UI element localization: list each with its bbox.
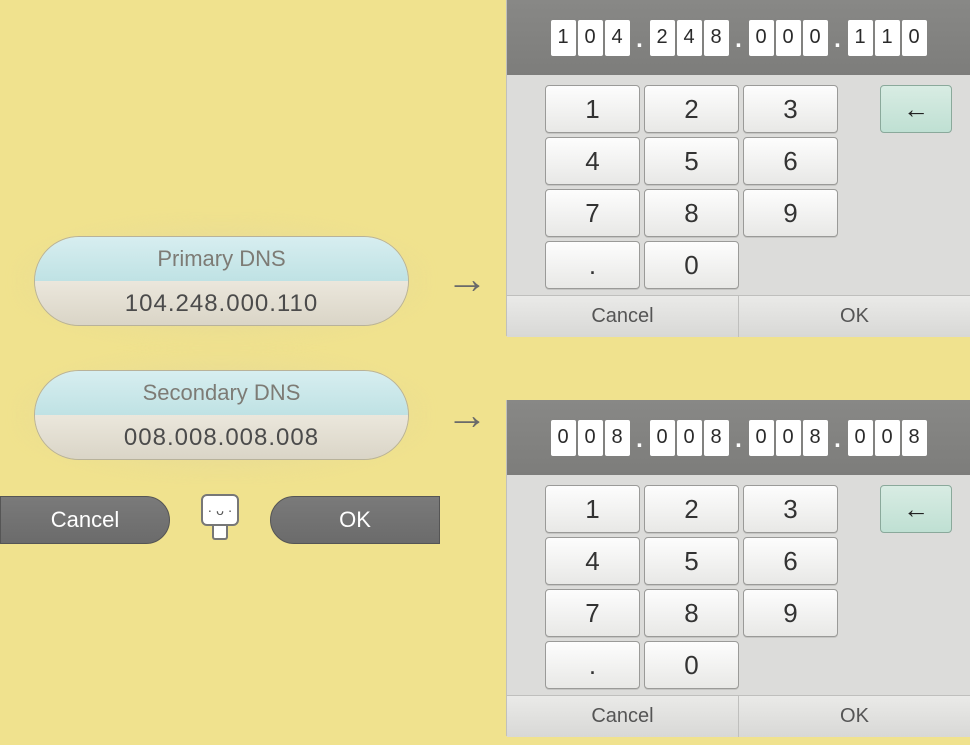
ip-digit: 0 [875, 420, 900, 456]
keypad-key-5[interactable]: 5 [644, 137, 739, 185]
arrow-right-icon: → [452, 264, 482, 294]
keypad-key-0[interactable]: 0 [644, 641, 739, 689]
ip-digit: 0 [749, 20, 774, 56]
system-avatar-icon: · ᴗ · [198, 494, 242, 550]
ip-digit: 0 [902, 20, 927, 56]
keypad-key-3[interactable]: 3 [743, 485, 838, 533]
keypad-grid: 1 2 3 4 5 6 7 8 9 . 0 [545, 85, 838, 289]
ip-digit: 2 [650, 20, 675, 56]
keypad-key-dot[interactable]: . [545, 641, 640, 689]
keypad-key-8[interactable]: 8 [644, 589, 739, 637]
ip-digit: 8 [902, 420, 927, 456]
ip-dot: . [830, 20, 846, 56]
ip-display: 1 0 4 . 2 4 8 . 0 0 0 . 1 1 0 [507, 0, 970, 75]
keypad-key-2[interactable]: 2 [644, 85, 739, 133]
ip-digit: 8 [704, 20, 729, 56]
ip-digit: 0 [803, 20, 828, 56]
ok-button[interactable]: OK [270, 496, 440, 544]
keypad-key-4[interactable]: 4 [545, 137, 640, 185]
secondary-dns-field[interactable]: Secondary DNS 008.008.008.008 [34, 370, 409, 460]
ip-digit: 8 [704, 420, 729, 456]
ip-digit: 1 [848, 20, 873, 56]
keypad-key-6[interactable]: 6 [743, 137, 838, 185]
ip-digit: 4 [605, 20, 630, 56]
primary-dns-label: Primary DNS [35, 237, 408, 281]
keypad-key-1[interactable]: 1 [545, 485, 640, 533]
ip-dot: . [731, 20, 747, 56]
secondary-dns-pill: Secondary DNS 008.008.008.008 [34, 370, 409, 460]
keypad-screen-secondary: 0 0 8 . 0 0 8 . 0 0 8 . 0 0 8 1 2 3 4 5 … [506, 400, 970, 736]
keypad-key-3[interactable]: 3 [743, 85, 838, 133]
ip-dot: . [731, 420, 747, 456]
backspace-arrow-icon: ← [903, 494, 929, 525]
ip-digit: 0 [578, 420, 603, 456]
ip-display: 0 0 8 . 0 0 8 . 0 0 8 . 0 0 8 [507, 400, 970, 475]
keypad-key-0[interactable]: 0 [644, 241, 739, 289]
primary-dns-pill: Primary DNS 104.248.000.110 [34, 236, 409, 326]
secondary-dns-label: Secondary DNS [35, 371, 408, 415]
ip-digit: 0 [650, 420, 675, 456]
avatar-body [212, 526, 228, 540]
primary-dns-value: 104.248.000.110 [35, 281, 408, 326]
keypad-key-2[interactable]: 2 [644, 485, 739, 533]
backspace-button[interactable]: ← [880, 85, 952, 133]
keypad-cancel-button[interactable]: Cancel [507, 696, 739, 737]
primary-dns-field[interactable]: Primary DNS 104.248.000.110 [34, 236, 409, 326]
keypad-ok-button[interactable]: OK [739, 296, 970, 337]
dns-settings-panel: Primary DNS 104.248.000.110 Secondary DN… [0, 0, 440, 745]
keypad-key-4[interactable]: 4 [545, 537, 640, 585]
cancel-button[interactable]: Cancel [0, 496, 170, 544]
ip-digit: 0 [578, 20, 603, 56]
keypad-bottom-bar: Cancel OK [507, 295, 970, 337]
keypad-key-8[interactable]: 8 [644, 189, 739, 237]
keypad-key-9[interactable]: 9 [743, 189, 838, 237]
backspace-button[interactable]: ← [880, 485, 952, 533]
keypad-cancel-button[interactable]: Cancel [507, 296, 739, 337]
ip-digit: 8 [803, 420, 828, 456]
ip-digit: 0 [776, 20, 801, 56]
keypad-key-9[interactable]: 9 [743, 589, 838, 637]
keypad-grid: 1 2 3 4 5 6 7 8 9 . 0 [545, 485, 838, 689]
keypad-key-7[interactable]: 7 [545, 589, 640, 637]
keypad-key-dot[interactable]: . [545, 241, 640, 289]
ip-digit: 4 [677, 20, 702, 56]
keypad-key-7[interactable]: 7 [545, 189, 640, 237]
keypad-key-5[interactable]: 5 [644, 537, 739, 585]
arrow-right-icon: → [452, 400, 482, 430]
ip-digit: 0 [677, 420, 702, 456]
left-bottom-bar: Cancel · ᴗ · OK [0, 496, 440, 550]
keypad-key-1[interactable]: 1 [545, 85, 640, 133]
ip-digit: 1 [875, 20, 900, 56]
keypad-ok-button[interactable]: OK [739, 696, 970, 737]
ip-dot: . [632, 20, 648, 56]
keypad-body: 1 2 3 4 5 6 7 8 9 . 0 ← [507, 75, 970, 295]
ip-digit: 0 [551, 420, 576, 456]
ip-digit: 1 [551, 20, 576, 56]
ip-digit: 0 [749, 420, 774, 456]
keypad-bottom-bar: Cancel OK [507, 695, 970, 737]
ip-digit: 8 [605, 420, 630, 456]
keypad-body: 1 2 3 4 5 6 7 8 9 . 0 ← [507, 475, 970, 695]
ip-dot: . [830, 420, 846, 456]
backspace-arrow-icon: ← [903, 94, 929, 125]
avatar-face: · ᴗ · [201, 494, 239, 526]
keypad-key-6[interactable]: 6 [743, 537, 838, 585]
ip-digit: 0 [776, 420, 801, 456]
secondary-dns-value: 008.008.008.008 [35, 415, 408, 460]
ip-digit: 0 [848, 420, 873, 456]
keypad-screen-primary: 1 0 4 . 2 4 8 . 0 0 0 . 1 1 0 1 2 3 4 5 … [506, 0, 970, 336]
ip-dot: . [632, 420, 648, 456]
